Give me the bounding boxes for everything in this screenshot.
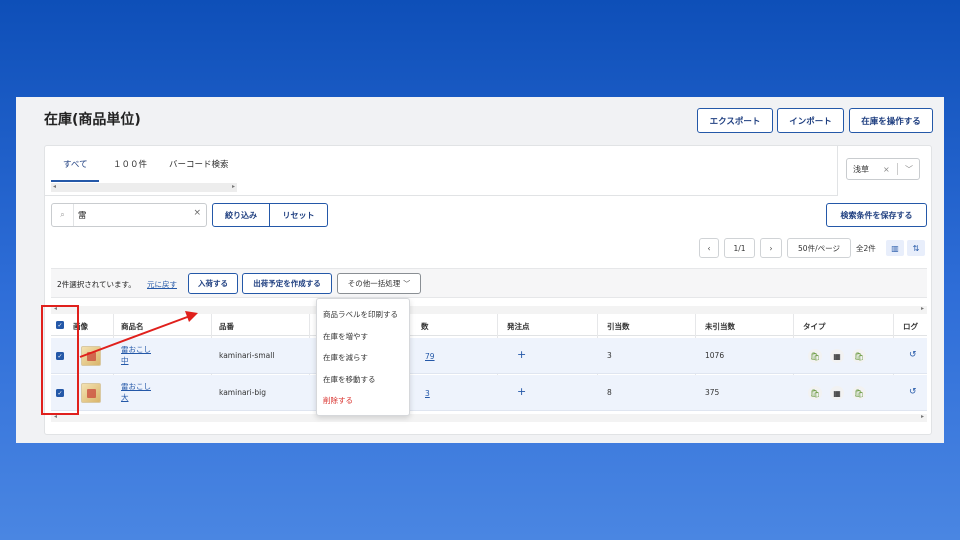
clear-icon[interactable]: ×	[883, 165, 890, 174]
add-reorder-point-icon[interactable]: +	[517, 348, 526, 361]
location-select[interactable]: 浅草 × ﹀	[846, 158, 920, 180]
col-unallocated: 未引当数	[705, 322, 735, 331]
undo-link[interactable]: 元に戻す	[147, 279, 177, 290]
col-product-name: 商品名	[121, 322, 144, 331]
product-name-link[interactable]: 雷おこし中	[121, 344, 151, 366]
location-filter-area: 浅草 × ﹀	[837, 146, 933, 196]
product-thumbnail	[81, 346, 101, 366]
receive-button[interactable]: 入荷する	[188, 273, 238, 294]
col-sku: 品番	[219, 322, 234, 331]
total-count: 全2件	[856, 244, 876, 253]
col-quantity: 数	[421, 322, 429, 331]
sku-cell: kaminari-small	[219, 351, 275, 360]
inventory-card: すべて １００件 バーコード検索 ◂ ▸ 浅草 × ﹀ ⌕ × 絞り込み リセッ…	[44, 145, 932, 435]
tab-scrollbar[interactable]: ◂ ▸	[51, 183, 237, 192]
allocated-cell: 3	[607, 351, 612, 360]
page-title: 在庫(商品単位)	[44, 112, 141, 128]
location-value: 浅草	[853, 164, 869, 174]
tab-all[interactable]: すべて	[63, 158, 88, 170]
annotation-highlight-box	[41, 305, 79, 415]
sku-cell: kaminari-big	[219, 388, 267, 397]
quantity-link[interactable]: 79	[425, 351, 435, 362]
product-thumbnail	[81, 383, 101, 403]
col-reorder-point: 発注点	[507, 322, 530, 331]
col-type: タイプ	[803, 322, 826, 331]
col-allocated: 引当数	[607, 322, 630, 331]
selected-count-text: 2件選択されています。	[57, 280, 136, 289]
export-button[interactable]: エクスポート	[697, 108, 773, 133]
next-page-button[interactable]: ›	[760, 238, 782, 258]
shopify-icon: 🛍	[808, 349, 822, 363]
shopify-icon: 🛍	[808, 386, 822, 400]
search-icon: ⌕	[52, 204, 74, 226]
log-history-icon[interactable]: ↺	[909, 387, 917, 397]
table-scrollbar-bottom[interactable]: ◂ ▸	[51, 413, 927, 422]
sort-icon[interactable]: ⇅	[907, 240, 925, 256]
search-field[interactable]: ⌕ ×	[51, 203, 207, 227]
chevron-down-icon: ﹀	[403, 279, 411, 288]
other-bulk-actions-button[interactable]: その他一括処理 ﹀	[337, 273, 421, 294]
operate-inventory-button[interactable]: 在庫を操作する	[849, 108, 933, 133]
table-scrollbar-top[interactable]: ◂ ▸	[51, 305, 927, 314]
scroll-right-icon[interactable]: ▸	[232, 183, 235, 190]
scroll-left-icon[interactable]: ◂	[53, 183, 56, 190]
tab-bar: すべて １００件 バーコード検索 ◂ ▸	[45, 146, 837, 196]
table-row[interactable]: ✓ 雷おこし中 kaminari-small WM 79 + 3 1076 🛍 …	[51, 338, 927, 374]
bulk-action-bar: 2件選択されています。 元に戻す 入荷する 出荷予定を作成する その他一括処理 …	[51, 268, 927, 298]
active-tab-indicator	[51, 180, 99, 182]
page-select[interactable]: 1/1	[724, 238, 755, 258]
tab-barcode-search[interactable]: バーコード検索	[169, 158, 229, 170]
prev-page-button[interactable]: ‹	[699, 238, 719, 258]
unallocated-cell: 1076	[705, 351, 725, 360]
table-row[interactable]: ✓ 雷おこし大 kaminari-big ozx 3 + 8 375 🛍 ▦ 🛍…	[51, 375, 927, 411]
shopify-icon: 🛍	[852, 349, 866, 363]
import-button[interactable]: インポート	[777, 108, 844, 133]
log-history-icon[interactable]: ↺	[909, 350, 917, 360]
columns-icon[interactable]: ▥	[886, 240, 904, 256]
product-name-link[interactable]: 雷おこし大	[121, 381, 151, 403]
barcode-icon: ▦	[830, 349, 844, 363]
scroll-right-icon[interactable]: ▸	[921, 305, 924, 312]
table-header-row: ✓ 画像 商品名 品番 バ 数 発注点 引当数 未引当数 タイプ ログ	[51, 314, 927, 336]
narrow-down-button[interactable]: 絞り込み	[212, 203, 270, 227]
col-log: ログ	[903, 322, 918, 331]
tab-100[interactable]: １００件	[113, 158, 147, 170]
reset-button[interactable]: リセット	[270, 203, 328, 227]
per-page-select[interactable]: 50件/ページ	[787, 238, 851, 258]
save-search-conditions-button[interactable]: 検索条件を保存する	[826, 203, 927, 227]
barcode-icon: ▦	[830, 386, 844, 400]
unallocated-cell: 375	[705, 388, 720, 397]
other-bulk-label: その他一括処理	[347, 279, 401, 288]
create-shipment-plan-button[interactable]: 出荷予定を作成する	[242, 273, 332, 294]
quantity-link[interactable]: 3	[425, 388, 430, 399]
menu-item-decrease-stock[interactable]: 在庫を減らす	[323, 352, 368, 363]
scroll-right-icon[interactable]: ▸	[921, 413, 924, 420]
allocated-cell: 8	[607, 388, 612, 397]
select-divider	[897, 163, 898, 175]
add-reorder-point-icon[interactable]: +	[517, 385, 526, 398]
bulk-actions-dropdown: 商品ラベルを印刷する 在庫を増やす 在庫を減らす 在庫を移動する 削除する	[316, 298, 410, 416]
menu-item-increase-stock[interactable]: 在庫を増やす	[323, 331, 368, 342]
inventory-panel: 在庫(商品単位) エクスポート インポート 在庫を操作する すべて １００件 バ…	[16, 97, 944, 443]
shopify-icon: 🛍	[852, 386, 866, 400]
chevron-down-icon[interactable]: ﹀	[905, 164, 913, 175]
clear-search-icon[interactable]: ×	[193, 208, 201, 218]
menu-item-move-stock[interactable]: 在庫を移動する	[323, 374, 376, 385]
menu-item-print-labels[interactable]: 商品ラベルを印刷する	[323, 309, 398, 320]
search-input[interactable]	[78, 208, 188, 222]
menu-item-delete[interactable]: 削除する	[323, 395, 353, 406]
